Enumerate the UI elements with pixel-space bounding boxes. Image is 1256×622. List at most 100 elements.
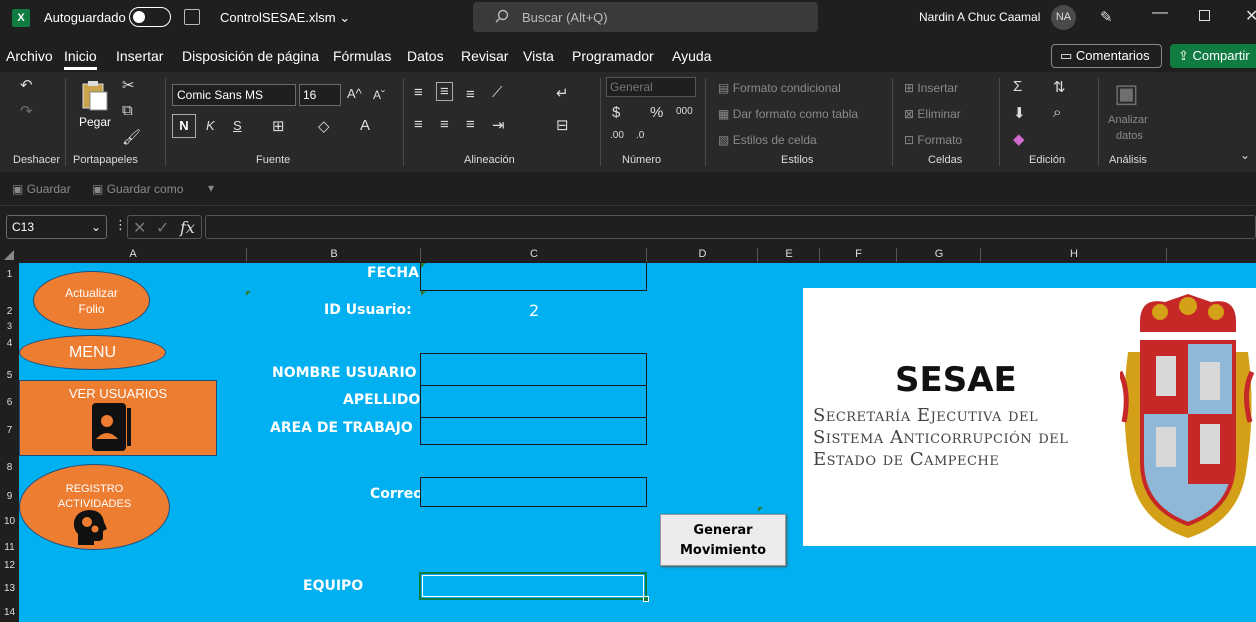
equipo-input-selected[interactable] [419, 572, 649, 602]
column-header-g[interactable]: G [897, 248, 981, 260]
row-header-5[interactable]: 5 [0, 370, 19, 381]
format-as-table-button[interactable]: ▦ Dar formato como tabla [718, 107, 858, 121]
ver-usuarios-button[interactable]: VER USUARIOS [19, 380, 217, 456]
share-button[interactable]: ⇪ Compartir [1170, 44, 1256, 68]
decrease-decimal-icon[interactable]: .0 [636, 130, 644, 141]
area-trabajo-input[interactable] [420, 417, 647, 445]
format-cells-button[interactable]: ⊡ Formato [904, 133, 962, 147]
indent-icon[interactable]: ⇥ [492, 116, 505, 134]
column-header-h[interactable]: H [981, 248, 1167, 260]
column-header-a[interactable]: A [19, 248, 247, 260]
tab-archivo[interactable]: Archivo [6, 48, 53, 64]
increase-decimal-icon[interactable]: .00 [610, 130, 624, 141]
borders-icon[interactable]: ⊞ [272, 117, 285, 135]
cancel-icon[interactable]: ✕ [133, 218, 146, 238]
bold-button[interactable]: N [172, 114, 196, 138]
actualizar-folio-button[interactable]: Actualizar Folio [33, 271, 150, 330]
row-header-13[interactable]: 13 [0, 583, 19, 594]
fecha-input[interactable] [420, 262, 647, 291]
correo-input[interactable] [420, 477, 647, 507]
fill-handle[interactable] [643, 596, 649, 602]
underline-button[interactable]: S [233, 118, 242, 133]
save-icon[interactable] [184, 9, 200, 25]
close-icon[interactable]: ✕ [1245, 6, 1256, 26]
row-header-3[interactable]: 3 [0, 321, 19, 331]
fill-icon[interactable]: ⬇ [1013, 104, 1026, 122]
quick-save-button[interactable]: ▣ Guardar [12, 182, 71, 196]
formula-input[interactable] [205, 215, 1256, 239]
increase-font-icon[interactable]: A^ [347, 86, 362, 101]
row-header-10[interactable]: 10 [0, 516, 19, 527]
undo-icon[interactable]: ↶ [20, 76, 33, 94]
insert-cells-button[interactable]: ⊞ Insertar [904, 81, 958, 95]
number-format-select[interactable]: General [606, 77, 696, 97]
column-header-d[interactable]: D [647, 248, 758, 260]
tab-inicio[interactable]: Inicio [64, 48, 97, 64]
row-header-6[interactable]: 6 [0, 397, 19, 408]
minimize-icon[interactable]: — [1152, 4, 1168, 22]
delete-cells-button[interactable]: ⊠ Eliminar [904, 107, 961, 121]
sort-filter-icon[interactable]: ⇅ [1053, 78, 1066, 96]
row-header-8[interactable]: 8 [0, 462, 19, 473]
format-painter-icon[interactable]: 🖌 [122, 128, 141, 146]
tab-insertar[interactable]: Insertar [116, 48, 163, 64]
avatar[interactable]: NA [1051, 5, 1076, 30]
copy-icon[interactable]: ⧉ [122, 102, 133, 119]
autosum-icon[interactable]: Σ [1013, 78, 1022, 95]
quick-access-more-icon[interactable]: ▾ [208, 181, 214, 195]
orientation-icon[interactable]: ⟋ [492, 84, 503, 101]
row-header-1[interactable]: 1 [0, 269, 19, 280]
align-center-icon[interactable]: ≡ [440, 116, 449, 133]
tab-programador[interactable]: Programador [572, 48, 654, 64]
row-header-2[interactable]: 2 [0, 306, 19, 317]
align-left-icon[interactable]: ≡ [414, 116, 423, 133]
row-header-9[interactable]: 9 [0, 491, 19, 502]
nombre-usuario-input[interactable] [420, 353, 647, 386]
cell-styles-button[interactable]: ▧ Estilos de celda [718, 133, 817, 147]
row-header-14[interactable]: 14 [0, 607, 19, 618]
comments-button[interactable]: ▭ Comentarios [1051, 44, 1162, 68]
file-name[interactable]: ControlSESAE.xlsm ⌄ [220, 10, 350, 26]
tab-datos[interactable]: Datos [407, 48, 444, 64]
fill-color-icon[interactable]: ◇ [318, 117, 330, 135]
align-bottom-icon[interactable]: ≡ [466, 86, 475, 103]
row-header-11[interactable]: 11 [0, 542, 19, 553]
enter-icon[interactable]: ✓ [156, 218, 169, 238]
fx-icon[interactable]: fx [180, 218, 195, 237]
cut-icon[interactable]: ✂ [122, 76, 135, 94]
maximize-icon[interactable] [1199, 10, 1210, 21]
font-name-select[interactable]: Comic Sans MS [172, 84, 296, 106]
font-size-select[interactable]: 16 [299, 84, 341, 106]
row-header-12[interactable]: 12 [0, 560, 19, 571]
row-header-4[interactable]: 4 [0, 338, 19, 349]
tab-revisar[interactable]: Revisar [461, 48, 508, 64]
column-header-e[interactable]: E [758, 248, 820, 260]
clear-icon[interactable]: ◆ [1013, 130, 1025, 148]
quick-save-as-button[interactable]: ▣ Guardar como [92, 182, 183, 196]
currency-icon[interactable]: $ [612, 104, 620, 121]
apellido-input[interactable] [420, 385, 647, 418]
generar-movimiento-button[interactable]: Generar Movimiento [660, 514, 786, 566]
paste-label[interactable]: Pegar [79, 115, 111, 129]
autosave-toggle[interactable] [129, 7, 171, 27]
tab-vista[interactable]: Vista [523, 48, 554, 64]
registro-actividades-button[interactable]: REGISTRO ACTIVIDADES [19, 464, 170, 550]
more-options-icon[interactable]: ⋮ [114, 217, 127, 233]
column-header-f[interactable]: F [820, 248, 897, 260]
font-color-icon[interactable]: A [360, 117, 370, 134]
percent-icon[interactable]: % [650, 104, 663, 121]
tab-formulas[interactable]: Fórmulas [333, 48, 391, 64]
tab-ayuda[interactable]: Ayuda [672, 48, 711, 64]
column-header-c[interactable]: C [421, 248, 647, 260]
wrap-text-icon[interactable]: ↵ [556, 84, 569, 102]
thousands-icon[interactable]: 000 [676, 106, 693, 117]
ribbon-collapse-icon[interactable]: ⌄ [1240, 148, 1250, 162]
merge-icon[interactable]: ⊟ [556, 116, 569, 134]
find-icon[interactable]: ⌕ [1053, 104, 1061, 121]
align-top-icon[interactable]: ≡ [414, 84, 423, 101]
select-all-icon[interactable] [4, 250, 14, 260]
row-header-7[interactable]: 7 [0, 425, 19, 436]
align-right-icon[interactable]: ≡ [466, 116, 475, 133]
column-header-b[interactable]: B [247, 248, 421, 260]
menu-button[interactable]: MENU [19, 335, 166, 370]
